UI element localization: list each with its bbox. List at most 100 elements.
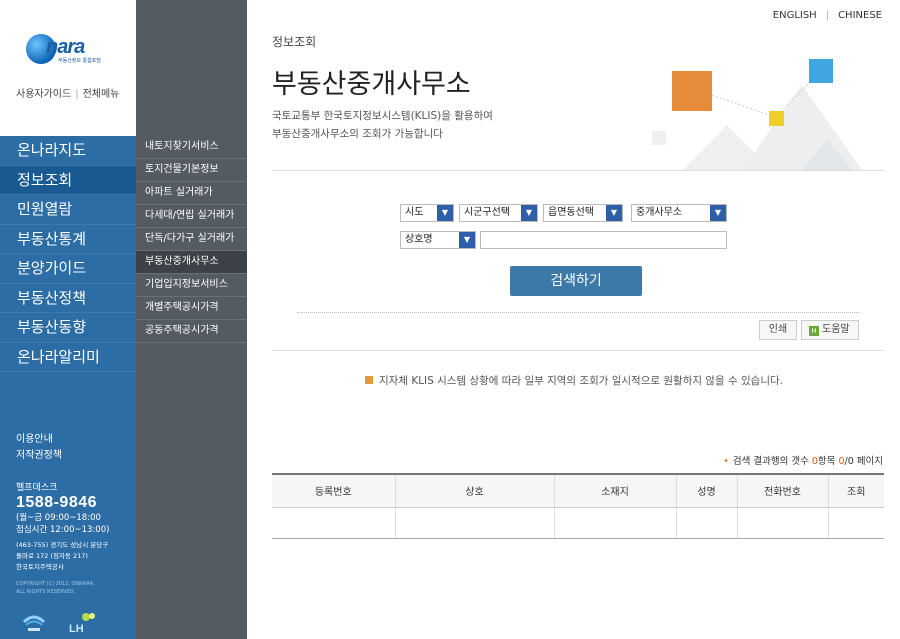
search-button[interactable]: 검색하기 [510, 266, 642, 296]
eupmyeondong-value: 읍면동선택 [548, 207, 594, 218]
sido-select[interactable]: 시도 ▼ [400, 204, 454, 222]
util-links: 사용자가이드 | 전체메뉴 [16, 85, 119, 100]
header-illustration [652, 59, 862, 170]
help-icon: H [809, 326, 819, 336]
chevron-down-icon: ▼ [606, 205, 622, 221]
col-header-reg-no: 등록번호 [272, 473, 395, 508]
usage-guide-link[interactable]: 이용안내 [16, 432, 62, 448]
result-page-label: 페이지 [856, 456, 883, 467]
print-button[interactable]: 인쇄 [759, 320, 797, 340]
copyright-line: ALL RIGHTS RESERVED. [16, 589, 76, 595]
main-nav-item-sale-guide[interactable]: 분양가이드 [0, 254, 136, 284]
onnara-logo[interactable]: nara 부동산정보 통합포털 [24, 30, 114, 70]
table-cell [553, 507, 676, 539]
table-header-row: 등록번호 상호 소재지 성명 전화번호 조회 [272, 473, 884, 508]
main-content: ENGLISH | CHINESE 정보조회 부동산중개사무소 국토교통부 한국토지… [247, 0, 900, 639]
main-nav-item-trend[interactable]: 부동산동향 [0, 313, 136, 343]
search-type-select[interactable]: 상호명 ▼ [400, 231, 476, 249]
subnav-item-broker-office[interactable]: 부동산중개사무소 [136, 251, 247, 274]
helpdesk-phone: 1588-9846 [16, 494, 98, 511]
address: (463-755) 경기도 성남시 분당구 돌마로 172 (정자동 217) … [16, 540, 108, 573]
util-separator: | [75, 89, 79, 100]
office-type-value: 중개사무소 [636, 207, 682, 218]
subnav-item[interactable]: 단독/다가구 실거래가 [136, 228, 247, 251]
subnav-item[interactable]: 아파트 실거래가 [136, 182, 247, 205]
chinese-link[interactable]: CHINESE [838, 10, 882, 21]
dotted-divider [297, 312, 859, 313]
subnav-item[interactable]: 개별주택공시가격 [136, 297, 247, 320]
col-header-location: 소재지 [553, 473, 676, 508]
sigungu-value: 시군구선택 [464, 207, 510, 218]
result-prefix: 검색 결과행의 갯수 [732, 456, 809, 467]
main-nav-item-info[interactable]: 정보조회 [0, 165, 136, 195]
result-unit: 항목 [817, 456, 836, 467]
result-summary: • 검색 결과행의 갯수 0항목 0/0 페이지 [723, 453, 883, 467]
left-info-links: 이용안내 저작권정책 [16, 432, 62, 464]
notice-message: 지자체 KLIS 시스템 상황에 따라 일부 지역의 조회가 일시적으로 원활하… [365, 373, 783, 388]
office-type-select[interactable]: 중개사무소 ▼ [631, 204, 727, 222]
logo-text: nara [46, 36, 85, 58]
helpdesk: 헬프데스크 1588-9846 (월~금 09:00~18:00 점심시간 12… [16, 480, 109, 536]
table-cell [827, 507, 884, 539]
chevron-down-icon: ▼ [521, 205, 537, 221]
main-nav-item-civil[interactable]: 민원열람 [0, 195, 136, 225]
copyright-line: COPYRIGHT (C) 2012, ONNARA, [16, 581, 95, 587]
copyright-policy-link[interactable]: 저작권정책 [16, 448, 62, 464]
breadcrumb: 정보조회 [272, 35, 317, 49]
main-nav-item-policy[interactable]: 부동산정책 [0, 284, 136, 313]
table-cell [736, 507, 828, 539]
description-line: 국토교통부 한국토지정보시스템(KLIS)을 활용하여 [272, 110, 493, 122]
col-header-name: 상호 [394, 473, 554, 508]
sigungu-select[interactable]: 시군구선택 ▼ [459, 204, 538, 222]
molit-logo-icon [22, 615, 46, 631]
col-header-view: 조회 [827, 473, 884, 508]
results-table: 등록번호 상호 소재지 성명 전화번호 조회 [272, 473, 884, 539]
page-title: 부동산중개사무소 [272, 69, 471, 100]
sub-nav: 내토지찾기서비스 토지건물기본정보 아파트 실거래가 다세대/연립 실거래가 단… [136, 136, 247, 343]
help-button-label: 도움말 [822, 324, 850, 335]
table-cell [675, 507, 737, 539]
keyword-input[interactable] [480, 231, 727, 249]
main-nav-item-stats[interactable]: 부동산통계 [0, 225, 136, 254]
table-cell [394, 507, 554, 539]
chevron-down-icon: ▼ [710, 205, 726, 221]
chevron-down-icon: ▼ [459, 232, 475, 248]
divider [272, 350, 884, 351]
address-org: 한국토지주택공사 [16, 563, 64, 571]
subnav-item[interactable]: 공동주택공시가격 [136, 320, 247, 343]
subnav-item[interactable]: 기업입지정보서비스 [136, 274, 247, 297]
main-nav: 온나라지도 정보조회 민원열람 부동산통계 분양가이드 부동산정책 부동산동향 … [0, 136, 136, 372]
col-header-phone: 전화번호 [736, 473, 828, 508]
logo-area: nara 부동산정보 통합포털 사용자가이드 | 전체메뉴 [0, 0, 136, 136]
page-description: 국토교통부 한국토지정보시스템(KLIS)을 활용하여 부동산중개사무소의 조회… [272, 107, 493, 143]
page: nara 부동산정보 통합포털 사용자가이드 | 전체메뉴 온나라지도 정보조회 민… [0, 0, 900, 639]
notice-text: 지자체 KLIS 시스템 상황에 따라 일부 지역의 조회가 일시적으로 원활하… [379, 375, 783, 387]
user-guide-link[interactable]: 사용자가이드 [16, 89, 71, 100]
subnav-item[interactable]: 다세대/연립 실거래가 [136, 205, 247, 228]
notice-bullet-icon [365, 376, 373, 384]
table-row-empty [272, 507, 884, 539]
description-line: 부동산중개사무소의 조회가 가능합니다 [272, 128, 443, 140]
main-nav-item-map[interactable]: 온나라지도 [0, 136, 136, 166]
all-menu-link[interactable]: 전체메뉴 [83, 89, 120, 100]
english-link[interactable]: ENGLISH [773, 10, 817, 21]
language-links: ENGLISH | CHINESE [773, 10, 882, 21]
address-line: (463-755) 경기도 성남시 분당구 [16, 541, 109, 549]
logo-subtitle: 부동산정보 통합포털 [58, 58, 101, 64]
main-nav-item-alert[interactable]: 온나라알리미 [0, 343, 136, 372]
eupmyeondong-select[interactable]: 읍면동선택 ▼ [543, 204, 623, 222]
helpdesk-lunch: 점심시간 12:00~13:00) [16, 525, 110, 535]
partner-logos: LH [22, 612, 122, 634]
copyright: COPYRIGHT (C) 2012, ONNARA, ALL RIGHTS R… [16, 580, 95, 596]
subnav-item[interactable]: 토지건물기본정보 [136, 159, 247, 182]
divider [272, 170, 884, 171]
bullet-icon: • [723, 456, 729, 467]
sido-value: 시도 [405, 207, 424, 218]
lh-logo-icon: LH [69, 613, 95, 634]
helpdesk-hours: (월~금 09:00~18:00 [16, 513, 101, 523]
subnav-item[interactable]: 내토지찾기서비스 [136, 136, 247, 159]
lang-separator: | [825, 10, 830, 21]
address-line: 돌마로 172 (정자동 217) [16, 552, 88, 560]
svg-text:LH: LH [69, 623, 84, 634]
help-button[interactable]: H 도움말 [801, 320, 859, 340]
